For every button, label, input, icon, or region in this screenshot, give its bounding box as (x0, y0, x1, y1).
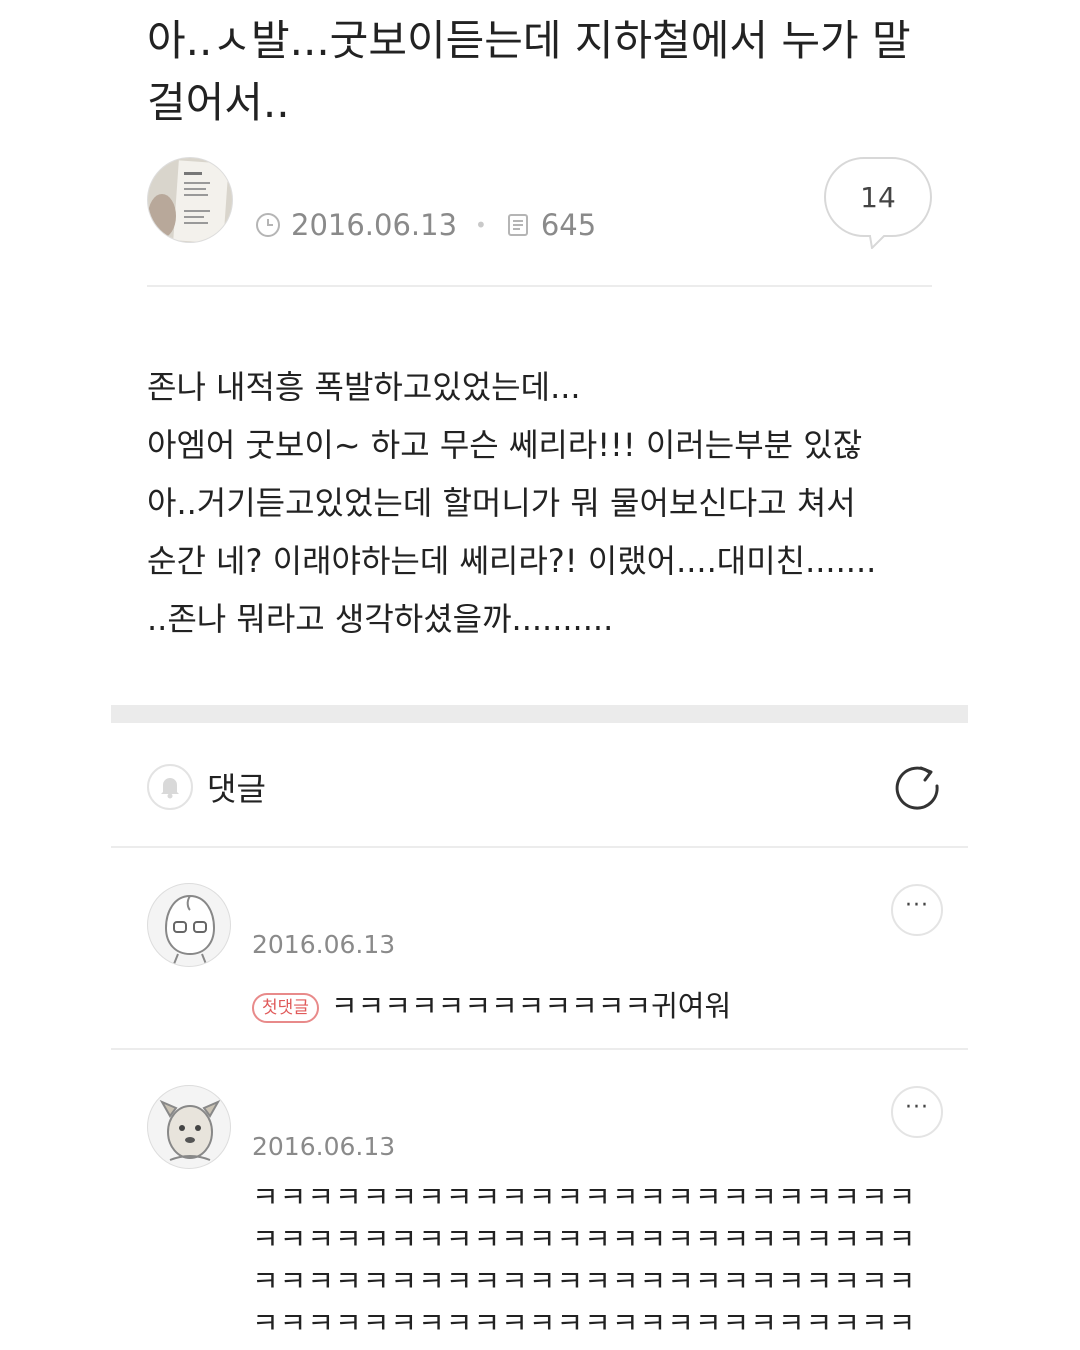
first-comment-badge: 첫댓글 (252, 993, 319, 1023)
document-icon (507, 214, 528, 236)
comment-date: 2016.06.13 (252, 930, 396, 959)
comment-divider (111, 1048, 968, 1050)
bell-icon[interactable] (147, 764, 193, 810)
post-title: 아..ㅅ발...굿보이듣는데 지하철에서 누가 말 걸어서.. (147, 16, 911, 127)
author-avatar[interactable] (147, 157, 233, 243)
commenter-avatar[interactable] (147, 883, 231, 967)
comments-header: 댓글 (147, 764, 266, 810)
peach-character-icon (164, 894, 216, 965)
comment-text-row: 첫댓글 ㅋㅋㅋㅋㅋㅋㅋㅋㅋㅋㅋㅋ귀여워 (252, 983, 731, 1025)
comments-header-divider (111, 846, 968, 848)
bell-glyph (161, 778, 179, 799)
meta-separator: • (475, 213, 487, 237)
body-line: 순간 네? 이래야하는데 쎄리라?! 이랬어....대미친....... (147, 542, 877, 580)
comment-text: ㅋㅋㅋㅋㅋㅋㅋㅋㅋㅋㅋㅋ귀여워 (330, 989, 732, 1023)
post-meta: 2016.06.13 • 645 (255, 208, 596, 242)
body-line: ..존나 뭐라고 생각하셨을까.......... (147, 600, 614, 638)
dog-character-icon (159, 1099, 221, 1161)
section-separator (111, 705, 968, 723)
post-body: 존나 내적흥 폭발하고있었는데... 아엠어 굿보이~ 하고 무슨 쎄리라!!!… (147, 358, 947, 648)
refresh-icon[interactable] (891, 762, 945, 816)
author-avatar-image (148, 158, 232, 242)
body-line: 존나 내적흥 폭발하고있었는데... (147, 368, 581, 406)
comment-date: 2016.06.13 (252, 1132, 396, 1161)
comment-text: ㅋㅋㅋㅋㅋㅋㅋㅋㅋㅋㅋㅋㅋㅋㅋㅋㅋㅋㅋㅋㅋㅋㅋㅋㅋㅋㅋㅋㅋㅋㅋㅋㅋㅋㅋㅋㅋㅋㅋㅋ… (252, 1180, 917, 1340)
comment-count-button[interactable]: 14 (824, 157, 932, 249)
post-date: 2016.06.13 (291, 208, 458, 242)
body-line: 아엠어 굿보이~ 하고 무슨 쎄리라!!! 이러는부분 있잖 (147, 426, 863, 464)
view-count: 645 (540, 208, 597, 242)
comment-count: 14 (860, 181, 896, 214)
comments-title: 댓글 (207, 770, 266, 808)
clock-icon (256, 213, 280, 237)
body-line: 아..거기듣고있었는데 할머니가 뭐 물어보신다고 쳐서 (147, 484, 856, 522)
commenter-avatar[interactable] (147, 1085, 231, 1169)
header-divider (147, 285, 932, 287)
comment-more-button[interactable]: ··· (891, 884, 943, 936)
comment-more-button[interactable]: ··· (891, 1086, 943, 1138)
